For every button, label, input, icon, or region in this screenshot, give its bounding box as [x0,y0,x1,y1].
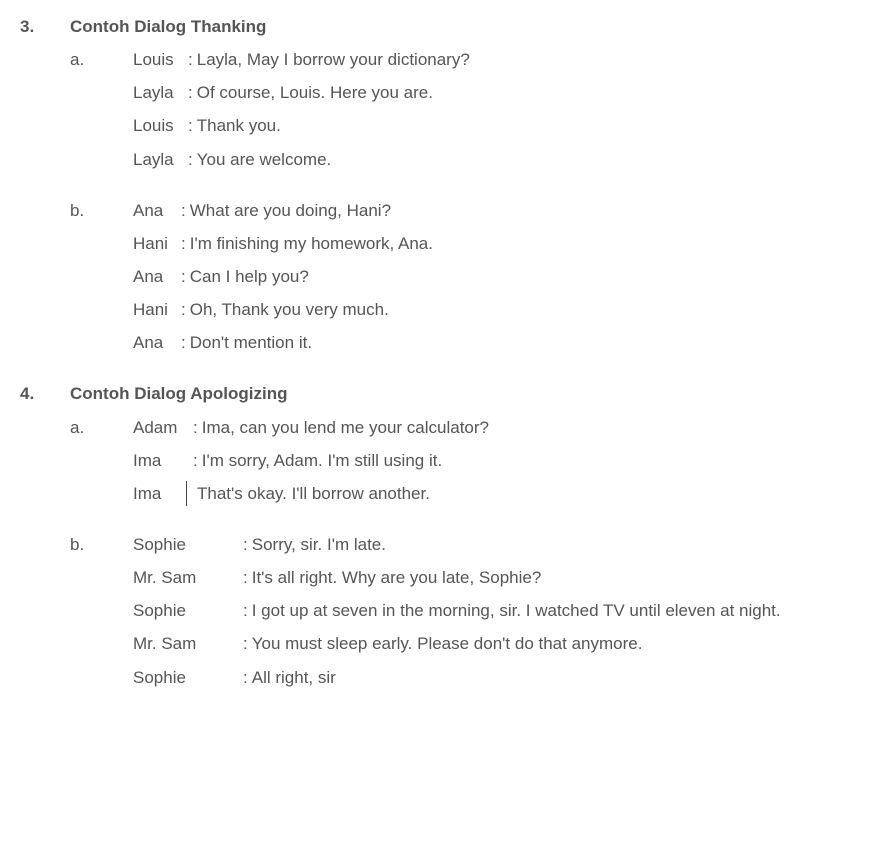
dialog-line: Louis:Thank you. [133,109,861,142]
dialog-text: All right, sir [252,661,861,694]
subsection-letter: b. [70,194,133,360]
dialog-block: Louis:Layla, May I borrow your dictionar… [133,43,861,176]
text-cursor-icon [193,477,197,510]
dialog-speaker: Layla [133,76,188,109]
section: 4.Contoh Dialog Apologizinga.Adam:Ima, c… [20,377,861,693]
section: 3.Contoh Dialog Thankinga.Louis:Layla, M… [20,10,861,359]
dialog-colon: : [188,143,197,176]
dialog-text: That's okay. I'll borrow another. [197,477,861,510]
subsection-letter: b. [70,528,133,694]
dialog-line: Louis:Layla, May I borrow your dictionar… [133,43,861,76]
dialog-line: Sophie:Sorry, sir. I'm late. [133,528,861,561]
dialog-line: Layla:Of course, Louis. Here you are. [133,76,861,109]
dialog-text: I got up at seven in the morning, sir. I… [252,594,861,627]
dialog-text: You are welcome. [197,143,861,176]
dialog-line: Hani:Oh, Thank you very much. [133,293,861,326]
dialog-colon: : [193,411,202,444]
dialog-speaker: Mr. Sam [133,627,243,660]
dialog-line: Mr. Sam:It's all right. Why are you late… [133,561,861,594]
dialog-block: Adam:Ima, can you lend me your calculato… [133,411,861,510]
dialog-text: Of course, Louis. Here you are. [197,76,861,109]
dialog-text: I'm sorry, Adam. I'm still using it. [202,444,861,477]
dialog-speaker: Ana [133,194,181,227]
dialog-speaker: Louis [133,109,188,142]
dialog-line: Ana:What are you doing, Hani? [133,194,861,227]
dialog-text: Layla, May I borrow your dictionary? [197,43,861,76]
dialog-colon: : [181,227,190,260]
subsection: b.Sophie:Sorry, sir. I'm late.Mr. Sam:It… [70,528,861,694]
dialog-colon: : [188,76,197,109]
dialog-text: Sorry, sir. I'm late. [252,528,861,561]
dialog-speaker: Ima [133,477,193,510]
dialog-speaker: Ana [133,260,181,293]
dialog-colon: : [181,260,190,293]
dialog-colon: : [243,594,252,627]
dialog-line: Layla:You are welcome. [133,143,861,176]
dialog-speaker: Ana [133,326,181,359]
dialog-line: Sophie:I got up at seven in the morning,… [133,594,861,627]
dialog-speaker: Louis [133,43,188,76]
dialog-line: Mr. Sam:You must sleep early. Please don… [133,627,861,660]
dialog-speaker: Mr. Sam [133,561,243,594]
section-number: 4. [20,377,70,410]
section-title: Contoh Dialog Apologizing [70,377,861,410]
dialog-text: Oh, Thank you very much. [190,293,861,326]
dialog-text: What are you doing, Hani? [190,194,861,227]
section-title: Contoh Dialog Thanking [70,10,861,43]
dialog-text: Can I help you? [190,260,861,293]
dialog-colon: : [188,43,197,76]
subsection-letter: a. [70,43,133,176]
dialog-line: Adam:Ima, can you lend me your calculato… [133,411,861,444]
dialog-line: Ana:Can I help you? [133,260,861,293]
dialog-line: Ima:I'm sorry, Adam. I'm still using it. [133,444,861,477]
dialog-block: Ana:What are you doing, Hani?Hani:I'm fi… [133,194,861,360]
dialog-speaker: Sophie [133,528,243,561]
dialog-colon: : [243,561,252,594]
dialog-colon: : [243,627,252,660]
dialog-text: It's all right. Why are you late, Sophie… [252,561,861,594]
dialog-text: Thank you. [197,109,861,142]
dialog-line: Sophie:All right, sir [133,661,861,694]
dialog-text: I'm finishing my homework, Ana. [190,227,861,260]
dialog-speaker: Sophie [133,594,243,627]
dialog-speaker: Hani [133,293,181,326]
dialog-speaker: Adam [133,411,193,444]
dialog-text: You must sleep early. Please don't do th… [252,627,861,660]
subsection-letter: a. [70,411,133,510]
dialog-colon: : [243,661,252,694]
document-root: 3.Contoh Dialog Thankinga.Louis:Layla, M… [20,10,861,694]
subsection: a.Louis:Layla, May I borrow your diction… [70,43,861,176]
dialog-speaker: Sophie [133,661,243,694]
dialog-line: ImaThat's okay. I'll borrow another. [133,477,861,510]
dialog-speaker: Ima [133,444,193,477]
dialog-colon: : [181,194,190,227]
section-header: 4.Contoh Dialog Apologizing [20,377,861,410]
dialog-colon: : [188,109,197,142]
section-header: 3.Contoh Dialog Thanking [20,10,861,43]
dialog-line: Ana:Don't mention it. [133,326,861,359]
dialog-speaker: Layla [133,143,188,176]
dialog-line: Hani:I'm finishing my homework, Ana. [133,227,861,260]
dialog-text: Ima, can you lend me your calculator? [202,411,861,444]
dialog-colon: : [193,444,202,477]
dialog-colon: : [181,326,190,359]
dialog-block: Sophie:Sorry, sir. I'm late.Mr. Sam:It's… [133,528,861,694]
dialog-colon: : [181,293,190,326]
dialog-text: Don't mention it. [190,326,861,359]
dialog-speaker: Hani [133,227,181,260]
subsection: a.Adam:Ima, can you lend me your calcula… [70,411,861,510]
dialog-colon: : [243,528,252,561]
subsection: b.Ana:What are you doing, Hani?Hani:I'm … [70,194,861,360]
section-number: 3. [20,10,70,43]
